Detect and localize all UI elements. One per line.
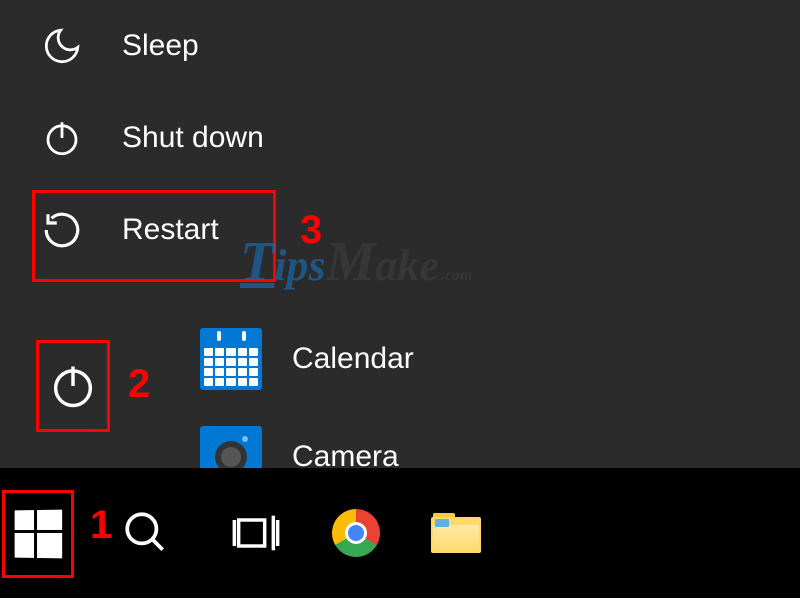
sleep-menu-item[interactable]: Sleep: [38, 0, 264, 92]
start-button[interactable]: [2, 490, 74, 578]
shutdown-icon: [38, 114, 86, 162]
calendar-icon: [200, 328, 262, 390]
chrome-icon: [332, 509, 380, 557]
watermark-ake: ake: [375, 240, 439, 291]
task-view-icon: [230, 507, 282, 559]
windows-logo-icon: [15, 510, 63, 559]
watermark-com: .com: [441, 267, 473, 285]
file-explorer-taskbar-button[interactable]: [410, 487, 502, 579]
sleep-icon: [38, 22, 86, 70]
annotation-number-1: 1: [90, 503, 112, 548]
calendar-label: Calendar: [292, 342, 414, 376]
file-explorer-icon: [431, 513, 481, 553]
power-button[interactable]: [36, 340, 110, 432]
watermark-ips: ips: [274, 240, 325, 291]
sleep-label: Sleep: [122, 29, 199, 63]
search-icon: [121, 508, 171, 558]
search-button[interactable]: [100, 487, 192, 579]
taskbar: [0, 468, 800, 598]
watermark: T ips M ake .com: [240, 230, 472, 294]
chrome-taskbar-button[interactable]: [310, 487, 402, 579]
shutdown-label: Shut down: [122, 121, 264, 155]
power-icon: [47, 360, 99, 412]
task-view-button[interactable]: [210, 487, 302, 579]
watermark-m: M: [326, 230, 376, 294]
watermark-t: T: [240, 230, 274, 294]
shutdown-menu-item[interactable]: Shut down: [38, 92, 264, 184]
app-calendar[interactable]: Calendar: [200, 310, 414, 408]
annotation-number-2: 2: [128, 362, 150, 407]
